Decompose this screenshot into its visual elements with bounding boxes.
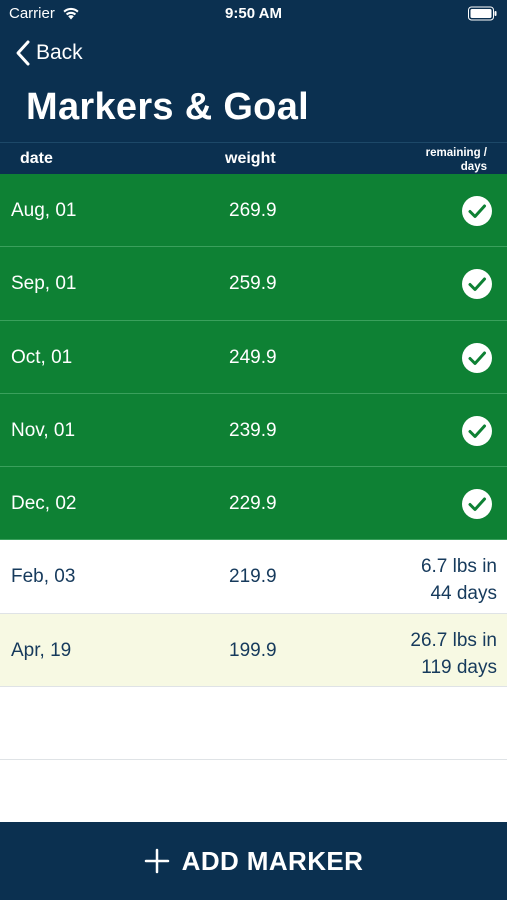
status-time: 9:50 AM bbox=[225, 5, 282, 22]
marker-remaining: 26.7 lbs in 119 days bbox=[410, 627, 497, 681]
marker-weight: 259.9 bbox=[229, 273, 277, 295]
add-marker-button[interactable]: ADD MARKER bbox=[0, 822, 507, 900]
marker-date: Nov, 01 bbox=[11, 419, 76, 441]
marker-weight: 219.9 bbox=[229, 566, 277, 588]
marker-date: Aug, 01 bbox=[11, 200, 77, 221]
marker-date: Feb, 03 bbox=[11, 566, 76, 588]
marker-row[interactable]: Sep, 01 259.9 bbox=[0, 247, 507, 321]
markers-list: Aug, 01 269.9 Sep, 01 259.9 Oct, 01 249.… bbox=[0, 174, 507, 834]
page-title: Markers & Goal bbox=[26, 86, 309, 128]
marker-weight: 269.9 bbox=[229, 200, 277, 221]
marker-row[interactable]: Oct, 01 249.9 bbox=[0, 320, 507, 394]
checkmark-circle-icon bbox=[462, 489, 492, 520]
goal-row[interactable]: Apr, 19 199.9 26.7 lbs in 119 days bbox=[0, 613, 507, 688]
checkmark-circle-icon bbox=[462, 196, 492, 226]
marker-remaining: 6.7 lbs in 44 days bbox=[421, 553, 497, 607]
remaining-days: 119 days bbox=[421, 656, 497, 678]
marker-date: Oct, 01 bbox=[11, 346, 73, 368]
checkmark-circle-icon bbox=[462, 415, 492, 446]
remaining-amount: 6.7 lbs in bbox=[420, 556, 497, 578]
marker-date: Dec, 02 bbox=[11, 493, 77, 515]
marker-weight: 229.9 bbox=[229, 493, 277, 515]
column-header-remaining-line1: remaining / bbox=[425, 147, 487, 159]
remaining-days: 44 days bbox=[430, 583, 497, 605]
empty-row bbox=[0, 687, 507, 761]
remaining-amount: 26.7 lbs in bbox=[410, 629, 497, 651]
column-header-date: date bbox=[20, 150, 53, 167]
column-header-weight: weight bbox=[225, 150, 276, 167]
chevron-left-icon bbox=[16, 40, 30, 66]
back-label: Back bbox=[36, 41, 83, 64]
column-header-remaining: remaining / days bbox=[426, 146, 487, 174]
back-button[interactable]: Back bbox=[14, 38, 83, 68]
column-header-remaining-line2: days bbox=[460, 161, 487, 173]
marker-weight: 249.9 bbox=[229, 346, 277, 368]
marker-weight: 199.9 bbox=[229, 639, 277, 661]
marker-row[interactable]: Feb, 03 219.9 6.7 lbs in 44 days bbox=[0, 540, 507, 614]
marker-date: Sep, 01 bbox=[11, 273, 77, 295]
battery-icon bbox=[468, 6, 497, 21]
marker-row[interactable]: Dec, 02 229.9 bbox=[0, 467, 507, 541]
add-marker-label: ADD MARKER bbox=[181, 845, 364, 876]
marker-row[interactable]: Aug, 01 269.9 bbox=[0, 174, 507, 248]
marker-date: Apr, 19 bbox=[11, 639, 72, 661]
checkmark-circle-icon bbox=[462, 269, 492, 300]
marker-row[interactable]: Nov, 01 239.9 bbox=[0, 393, 507, 468]
status-bar: Carrier 9:50 AM bbox=[0, 0, 507, 28]
table-header: date weight remaining / days bbox=[0, 142, 507, 174]
navigation-header: Carrier 9:50 AM Back Markers & Goal bbox=[0, 0, 507, 142]
marker-weight: 239.9 bbox=[229, 419, 277, 441]
plus-icon bbox=[144, 848, 169, 874]
checkmark-circle-icon bbox=[462, 342, 492, 373]
